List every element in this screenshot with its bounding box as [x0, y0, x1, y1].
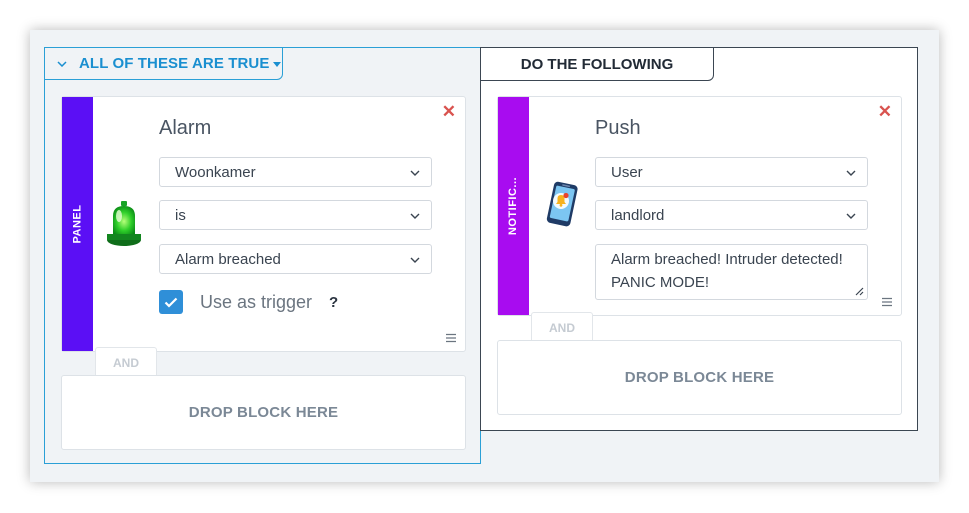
collapse-chevron-icon[interactable] — [57, 60, 67, 67]
condition-group: ALL OF THESE ARE TRUE PANEL ✕ Alarm Woon… — [44, 47, 481, 464]
block-title: Push — [595, 117, 641, 139]
block-category-label: PANEL — [71, 204, 84, 244]
chevron-down-icon — [410, 257, 420, 263]
chevron-down-icon — [846, 170, 856, 176]
action-group-header: DO THE FOLLOWING — [480, 47, 714, 81]
block-category-band: PANEL — [62, 97, 93, 351]
condition-mode-dropdown[interactable]: ALL OF THESE ARE TRUE — [44, 47, 283, 80]
chevron-down-icon — [410, 213, 420, 219]
action-group: DO THE FOLLOWING NOTIFIC... ✕ Push User … — [480, 47, 918, 431]
help-icon[interactable]: ? — [329, 294, 338, 311]
drag-handle-icon[interactable] — [446, 333, 456, 343]
action-group-label: DO THE FOLLOWING — [520, 55, 674, 73]
condition-drop-zone[interactable]: DROP BLOCK HERE — [61, 375, 466, 450]
phone-notification-icon — [546, 181, 578, 227]
block-category-label: NOTIFIC... — [507, 176, 520, 236]
use-as-trigger-label: Use as trigger — [200, 291, 313, 312]
zone-select-value: Woonkamer — [175, 163, 256, 181]
state-select-value: Alarm breached — [175, 250, 281, 268]
recipient-type-value: User — [611, 163, 643, 181]
caret-down-icon — [273, 61, 282, 67]
push-action-block: NOTIFIC... ✕ Push User landlord Alarm br… — [497, 96, 902, 316]
block-category-band: NOTIFIC... — [498, 97, 529, 315]
drag-handle-icon[interactable] — [882, 297, 892, 307]
recipient-type-select[interactable]: User — [595, 157, 868, 187]
zone-select[interactable]: Woonkamer — [159, 157, 432, 187]
use-as-trigger-checkbox[interactable] — [159, 290, 183, 314]
use-as-trigger-row: Use as trigger ? — [159, 290, 338, 314]
drop-zone-label: DROP BLOCK HERE — [188, 404, 339, 421]
remove-block-button[interactable]: ✕ — [442, 103, 456, 120]
remove-block-button[interactable]: ✕ — [878, 103, 892, 120]
state-select[interactable]: Alarm breached — [159, 244, 432, 274]
rule-editor-canvas: ALL OF THESE ARE TRUE PANEL ✕ Alarm Woon… — [30, 30, 939, 482]
checkmark-icon — [164, 297, 178, 308]
push-message-textarea[interactable]: Alarm breached! Intruder detected! PANIC… — [595, 244, 868, 300]
siren-light-icon — [107, 201, 141, 246]
chevron-down-icon — [410, 170, 420, 176]
action-drop-zone[interactable]: DROP BLOCK HERE — [497, 340, 902, 415]
push-message-text: Alarm breached! Intruder detected! PANIC… — [611, 251, 843, 291]
condition-mode-label: ALL OF THESE ARE TRUE — [79, 55, 270, 72]
operator-select[interactable]: is — [159, 200, 432, 230]
and-connector: AND — [95, 347, 157, 378]
resize-grip-icon[interactable] — [854, 286, 864, 296]
recipient-select[interactable]: landlord — [595, 200, 868, 230]
chevron-down-icon — [846, 213, 856, 219]
and-connector: AND — [531, 312, 593, 343]
drop-zone-label: DROP BLOCK HERE — [624, 369, 775, 386]
alarm-condition-block: PANEL ✕ Alarm Woonkamer is Alarm breache… — [61, 96, 466, 352]
recipient-value: landlord — [611, 206, 665, 224]
block-title: Alarm — [159, 117, 212, 139]
operator-select-value: is — [175, 206, 186, 224]
